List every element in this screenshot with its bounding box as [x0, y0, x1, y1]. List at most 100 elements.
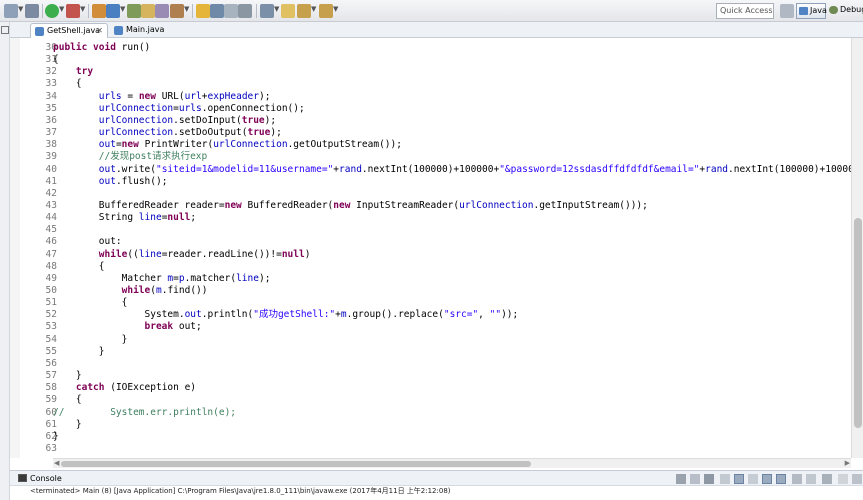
code-token: .nextInt(100000)+100000+: [728, 163, 851, 175]
code-line[interactable]: out.write("siteid=1&modelid=11&username=…: [53, 164, 851, 176]
new-java-project-icon[interactable]: [92, 4, 106, 18]
line-number: 33: [45, 78, 57, 90]
chevron-down-icon[interactable]: ▼: [18, 5, 23, 13]
editor-horizontal-scrollbar[interactable]: ◀ ▶: [53, 458, 851, 468]
code-token: // System.err.println(e);: [53, 406, 237, 418]
toggle-block-selection-icon[interactable]: [210, 4, 224, 18]
scroll-lock-icon[interactable]: [734, 474, 744, 484]
code-line[interactable]: urls = new URL(url+expHeader);: [53, 91, 271, 103]
annotation-ruler[interactable]: [10, 38, 20, 458]
code-line[interactable]: BufferedReader reader=new BufferedReader…: [53, 200, 648, 212]
forward-icon[interactable]: [319, 4, 333, 18]
show-console-on-stdout-icon[interactable]: [762, 474, 772, 484]
minimize-icon[interactable]: [852, 474, 862, 484]
terminate-icon[interactable]: [676, 474, 686, 484]
chevron-down-icon[interactable]: ▼: [184, 5, 189, 13]
code-line[interactable]: {: [53, 394, 82, 406]
chevron-down-icon[interactable]: ▼: [59, 5, 64, 13]
code-line[interactable]: while((line=reader.readLine())!=null): [53, 248, 311, 261]
word-wrap-icon[interactable]: [748, 474, 758, 484]
code-editor[interactable]: 30 31 32 33 34 35 36 37 38 39 40 41 42 43 44 45 46 47 48 49…: [10, 38, 851, 458]
view-menu-icon[interactable]: [838, 474, 848, 484]
code-line[interactable]: }: [53, 370, 82, 382]
display-selected-console-icon[interactable]: [806, 474, 816, 484]
run-icon[interactable]: [45, 4, 59, 18]
scroll-left-icon[interactable]: ◀: [54, 459, 59, 468]
code-line[interactable]: urlConnection=urls.openConnection();: [53, 103, 305, 115]
open-console-icon[interactable]: [822, 474, 832, 484]
line-number: 39: [45, 151, 57, 163]
code-line[interactable]: while(m.find()): [53, 285, 208, 297]
chevron-down-icon[interactable]: ▼: [274, 5, 279, 13]
quick-access-input[interactable]: Quick Access: [716, 3, 774, 19]
external-tools-icon[interactable]: [66, 4, 80, 18]
perspective-java-label: Java: [810, 6, 827, 15]
remove-all-terminated-icon[interactable]: [704, 474, 714, 484]
code-token: }: [53, 333, 128, 345]
chevron-down-icon[interactable]: ▼: [333, 5, 338, 13]
code-line[interactable]: {: [53, 297, 128, 309]
tab-console[interactable]: Console: [16, 472, 62, 486]
code-line[interactable]: break out;: [53, 321, 202, 333]
new-class-icon[interactable]: [127, 4, 141, 18]
code-line[interactable]: {: [53, 78, 82, 90]
chevron-down-icon[interactable]: ▼: [80, 5, 85, 13]
code-line[interactable]: }: [53, 431, 59, 443]
open-type-icon[interactable]: [141, 4, 155, 18]
code-token: rand: [705, 163, 729, 175]
restore-view-icon[interactable]: [1, 26, 9, 34]
code-line[interactable]: String line=null;: [53, 212, 196, 224]
code-token: while: [98, 248, 128, 260]
code-line[interactable]: try: [53, 66, 93, 78]
code-line[interactable]: }: [53, 419, 82, 431]
open-task-icon[interactable]: [170, 4, 184, 18]
code-token: .println(: [201, 309, 254, 321]
last-edit-location-icon[interactable]: [281, 4, 295, 18]
line-number: 44: [45, 212, 57, 224]
scrollbar-thumb[interactable]: [854, 218, 862, 428]
debug-icon[interactable]: [25, 4, 39, 18]
code-line[interactable]: {: [53, 261, 105, 273]
tab-main-java[interactable]: Main.java: [110, 23, 170, 38]
code-line[interactable]: // System.err.println(e);: [53, 407, 236, 419]
back-icon[interactable]: [297, 4, 311, 18]
clear-console-icon[interactable]: [720, 474, 730, 484]
code-line[interactable]: public void run(): [53, 42, 150, 54]
new-package-icon[interactable]: [106, 4, 120, 18]
toggle-breadcrumb-icon[interactable]: [238, 4, 252, 18]
code-line[interactable]: Matcher m=p.matcher(line);: [53, 273, 271, 285]
next-annotation-icon[interactable]: [260, 4, 274, 18]
close-icon[interactable]: ✕: [96, 24, 103, 38]
open-perspective-icon[interactable]: [780, 4, 794, 18]
chevron-down-icon[interactable]: ▼: [311, 5, 316, 13]
code-line[interactable]: System.out.println("成功getShell:"+m.group…: [53, 309, 519, 321]
editor-vertical-scrollbar[interactable]: [851, 38, 863, 458]
code-line[interactable]: //发现post请求执行exp: [53, 151, 207, 163]
perspective-debug-button[interactable]: Debug: [828, 3, 863, 19]
code-line[interactable]: catch (IOException e): [53, 382, 196, 394]
new-file-icon[interactable]: [4, 4, 18, 18]
remove-launch-icon[interactable]: [690, 474, 700, 484]
chevron-down-icon[interactable]: ▼: [120, 5, 125, 13]
scroll-right-icon[interactable]: ▶: [845, 459, 850, 468]
scrollbar-thumb[interactable]: [61, 461, 531, 467]
pin-console-icon[interactable]: [792, 474, 802, 484]
code-area[interactable]: public void run(){ try { urls = new URL(…: [53, 38, 851, 458]
show-whitespace-icon[interactable]: [224, 4, 238, 18]
code-line[interactable]: urlConnection.setDoOutput(true);: [53, 127, 282, 139]
code-line[interactable]: out=new PrintWriter(urlConnection.getOut…: [53, 139, 402, 151]
show-console-on-stderr-icon[interactable]: [776, 474, 786, 484]
tab-getshell-java[interactable]: GetShell.java ✕: [30, 23, 108, 38]
code-line[interactable]: out.flush();: [53, 176, 168, 188]
perspective-java-button[interactable]: Java: [796, 3, 827, 19]
code-line[interactable]: out:: [53, 236, 122, 248]
search-icon[interactable]: [155, 4, 169, 18]
toggle-mark-occurrences-icon[interactable]: [196, 4, 210, 18]
code-line[interactable]: }: [53, 346, 105, 358]
code-line[interactable]: {: [53, 54, 59, 66]
code-line[interactable]: }: [53, 333, 128, 346]
code-token: urls: [178, 102, 202, 114]
code-line[interactable]: urlConnection.setDoInput(true);: [53, 115, 276, 127]
